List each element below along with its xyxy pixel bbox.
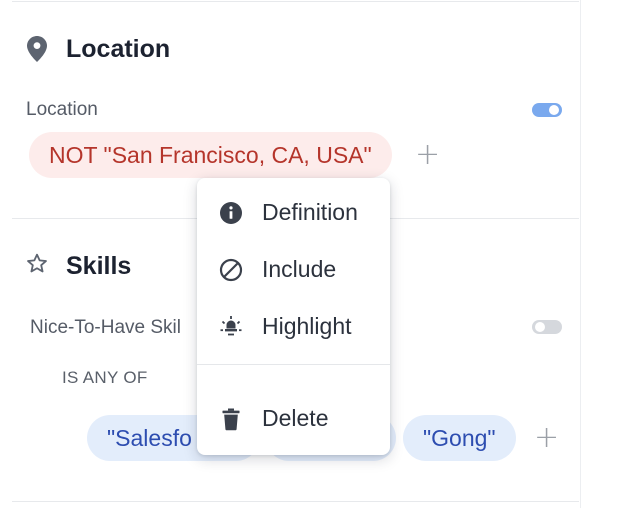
block-icon <box>219 258 243 282</box>
menu-item-label: Definition <box>262 199 358 225</box>
menu-separator <box>197 364 390 365</box>
location-chip-exclude[interactable]: NOT "San Francisco, CA, USA" <box>29 132 392 178</box>
skill-chip[interactable]: "Gong" <box>403 415 516 461</box>
location-toggle[interactable] <box>532 103 562 117</box>
chip-context-menu: Definition Include Highlight Delete <box>197 178 390 455</box>
menu-item-definition[interactable]: Definition <box>197 188 390 238</box>
menu-item-label: Include <box>262 256 337 282</box>
skills-toggle[interactable] <box>532 320 562 334</box>
add-skill-button[interactable]: + <box>534 423 559 453</box>
section-title-location: Location <box>66 35 171 63</box>
section-title-skills: Skills <box>66 252 132 280</box>
location-field-label: Location <box>26 99 98 120</box>
bottom-divider <box>12 501 579 502</box>
menu-item-include[interactable]: Include <box>197 245 390 295</box>
toggle-knob <box>549 105 559 115</box>
skills-field-label: Nice-To-Have Skil <box>30 318 181 337</box>
panel-edge <box>580 0 581 508</box>
star-outline-icon <box>27 253 47 273</box>
skills-operator[interactable]: IS ANY OF <box>62 369 148 386</box>
menu-item-label: Delete <box>262 405 329 431</box>
top-divider <box>12 1 579 2</box>
info-icon <box>220 202 242 224</box>
menu-item-label: Highlight <box>262 313 352 339</box>
add-location-button[interactable]: + <box>415 140 440 170</box>
spotlight-icon <box>220 316 242 336</box>
menu-item-delete[interactable]: Delete <box>197 394 390 444</box>
map-pin-icon <box>27 36 47 62</box>
toggle-knob <box>535 322 545 332</box>
trash-icon <box>222 408 240 431</box>
menu-item-highlight[interactable]: Highlight <box>197 302 390 352</box>
